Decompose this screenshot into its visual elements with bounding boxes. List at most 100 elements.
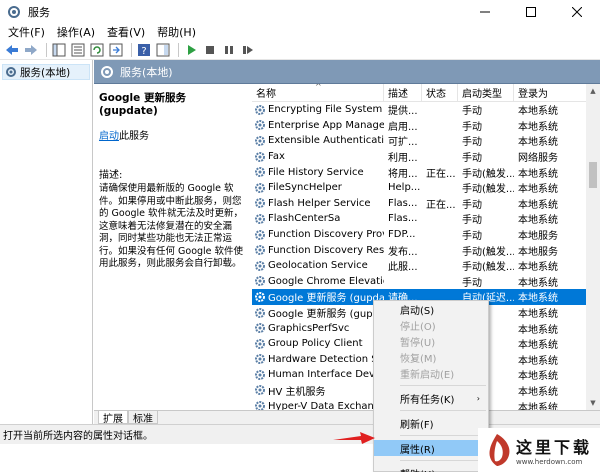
service-description: 启用... bbox=[388, 121, 418, 133]
table-row[interactable]: File History Service 将用... 正在... 手动(触发... 本地… bbox=[252, 164, 600, 180]
menu-separator bbox=[400, 460, 486, 461]
properties-list-icon[interactable] bbox=[70, 42, 86, 58]
help-icon[interactable]: ? bbox=[136, 42, 152, 58]
service-description: 发布... bbox=[388, 246, 418, 258]
service-name: FileSyncHelper bbox=[268, 182, 342, 194]
service-name: Hardware Detection Se... bbox=[268, 353, 384, 365]
service-name-cell: Google Chrome Elevatio... bbox=[252, 275, 384, 287]
tree-item-services-local[interactable]: 服务(本地) bbox=[2, 64, 90, 80]
service-description: Flas... bbox=[388, 197, 418, 209]
service-name: Enterprise App Manage... bbox=[268, 119, 384, 131]
restart-icon[interactable] bbox=[240, 42, 256, 58]
window-controls bbox=[462, 0, 600, 24]
service-status: 正在... bbox=[426, 168, 456, 180]
context-menu-item[interactable]: 暂停(U) bbox=[374, 333, 488, 349]
column-header-description[interactable]: 描述 bbox=[384, 84, 422, 102]
table-row[interactable]: Fax 利用... 手动 网络服务 bbox=[252, 149, 600, 165]
service-name-cell: Hyper-V Data Exchange... bbox=[252, 400, 384, 410]
toolbar-separator bbox=[178, 42, 179, 57]
service-name-cell: Group Policy Client bbox=[252, 338, 384, 350]
service-logon: 本地系统 bbox=[518, 402, 558, 410]
table-row[interactable]: Google Chrome Elevatio... 手动 本地系统 bbox=[252, 274, 600, 290]
context-menu-item[interactable]: 所有任务(K) › bbox=[374, 390, 488, 406]
menu-view[interactable]: 查看(V) bbox=[101, 24, 151, 40]
menu-help[interactable]: 帮助(H) bbox=[151, 24, 202, 40]
pane-title: 服务(本地) bbox=[120, 65, 173, 79]
service-name: Group Policy Client bbox=[268, 338, 363, 350]
service-name: Flash Helper Service bbox=[268, 197, 371, 209]
context-menu-item[interactable]: 停止(O) bbox=[374, 317, 488, 333]
status-text: 打开当前所选内容的属性对话框。 bbox=[3, 431, 153, 442]
back-icon[interactable] bbox=[4, 42, 20, 58]
context-menu-item[interactable]: 属性(R) bbox=[374, 440, 488, 456]
table-row[interactable]: Enterprise App Manage... 启用... 手动 本地系统 bbox=[252, 118, 600, 134]
column-header-startup[interactable]: 启动类型 bbox=[458, 84, 514, 102]
context-menu-item-label: 所有任务(K) bbox=[400, 394, 455, 406]
gear-icon bbox=[255, 401, 265, 410]
pause-icon[interactable] bbox=[221, 42, 237, 58]
gear-icon bbox=[255, 104, 265, 115]
tab-standard[interactable]: 标准 bbox=[128, 411, 158, 425]
service-name: Google 更新服务 (gupda... bbox=[268, 309, 384, 321]
context-menu-item[interactable]: 帮助(H) bbox=[374, 465, 488, 472]
start-service-link[interactable]: 启动 bbox=[99, 131, 119, 142]
service-logon: 本地系统 bbox=[518, 184, 558, 196]
service-logon: 本地系统 bbox=[518, 293, 558, 305]
table-row[interactable]: Geolocation Service 此服... 手动(触发... 本地系统 bbox=[252, 258, 600, 274]
vertical-scrollbar[interactable]: ▲ ▼ bbox=[586, 84, 600, 410]
service-startup-type: 手动 bbox=[462, 215, 482, 227]
tab-extended[interactable]: 扩展 bbox=[98, 411, 128, 425]
table-row[interactable]: Extensible Authenticati... 可扩... 手动 本地系统 bbox=[252, 133, 600, 149]
context-menu-item[interactable]: 重新启动(E) bbox=[374, 365, 488, 381]
minimize-button[interactable] bbox=[462, 0, 508, 24]
toolbar: ? bbox=[0, 40, 600, 60]
service-name: Function Discovery Reso... bbox=[268, 244, 384, 256]
table-row[interactable]: Function Discovery Provi... FDP... 手动 本地服务 bbox=[252, 227, 600, 243]
forward-icon[interactable] bbox=[23, 42, 39, 58]
window-title: 服务 bbox=[28, 6, 50, 19]
pane-header: 服务(本地) bbox=[94, 60, 600, 84]
stop-icon[interactable] bbox=[202, 42, 218, 58]
menu-file[interactable]: 文件(F) bbox=[0, 24, 51, 40]
table-row[interactable]: Function Discovery Reso... 发布... 手动(触发... 本… bbox=[252, 242, 600, 258]
table-row[interactable]: Encrypting File System (E... 提供... 手动 本地系统 bbox=[252, 102, 600, 118]
scroll-thumb[interactable] bbox=[589, 162, 597, 188]
service-name: Fax bbox=[268, 151, 285, 163]
service-name-cell: HV 主机服务 bbox=[252, 383, 384, 398]
table-row[interactable]: FileSyncHelper Help... 手动(触发... 本地系统 bbox=[252, 180, 600, 196]
table-row[interactable]: Flash Helper Service Flas... 正在... 手动 本地系统 bbox=[252, 196, 600, 212]
description-label: 描述: bbox=[99, 170, 123, 181]
column-header-logon[interactable]: 登录为 bbox=[514, 84, 562, 102]
watermark-title: 这里下载 bbox=[516, 438, 593, 457]
export-icon[interactable] bbox=[108, 42, 124, 58]
menu-action[interactable]: 操作(A) bbox=[51, 24, 101, 40]
scroll-up-icon[interactable]: ▲ bbox=[586, 84, 600, 98]
scroll-down-icon[interactable]: ▼ bbox=[586, 396, 600, 410]
service-name: HV 主机服务 bbox=[268, 386, 326, 398]
start-icon[interactable] bbox=[183, 42, 199, 58]
refresh-icon[interactable] bbox=[89, 42, 105, 58]
tree-item-label: 服务(本地) bbox=[20, 66, 71, 79]
gear-icon bbox=[255, 151, 265, 162]
context-menu-item[interactable]: 启动(S) bbox=[374, 301, 488, 317]
service-name: File History Service bbox=[268, 166, 364, 178]
context-menu-item-label: 暂停(U) bbox=[400, 337, 436, 349]
gear-icon bbox=[255, 323, 265, 334]
service-logon: 网络服务 bbox=[518, 153, 558, 165]
show-pane-icon[interactable] bbox=[155, 42, 171, 58]
context-menu-item[interactable]: 恢复(M) bbox=[374, 349, 488, 365]
maximize-button[interactable] bbox=[508, 0, 554, 24]
service-name: Google Chrome Elevatio... bbox=[268, 275, 384, 287]
service-name-cell: Flash Helper Service bbox=[252, 197, 384, 209]
console-tree-icon[interactable] bbox=[51, 42, 67, 58]
service-startup-type: 手动(触发... bbox=[462, 246, 514, 258]
service-name-cell: Google 更新服务 (gupda... bbox=[252, 305, 384, 320]
close-button[interactable] bbox=[554, 0, 600, 24]
service-description: 利用... bbox=[388, 153, 418, 165]
context-menu-item[interactable]: 刷新(F) bbox=[374, 415, 488, 431]
context-menu-item-label: 恢复(M) bbox=[400, 353, 437, 365]
service-startup-type: 手动 bbox=[462, 137, 482, 149]
column-header-status[interactable]: 状态 bbox=[422, 84, 458, 102]
gear-icon bbox=[255, 182, 265, 193]
table-row[interactable]: FlashCenterSa Flas... 手动 本地系统 bbox=[252, 211, 600, 227]
